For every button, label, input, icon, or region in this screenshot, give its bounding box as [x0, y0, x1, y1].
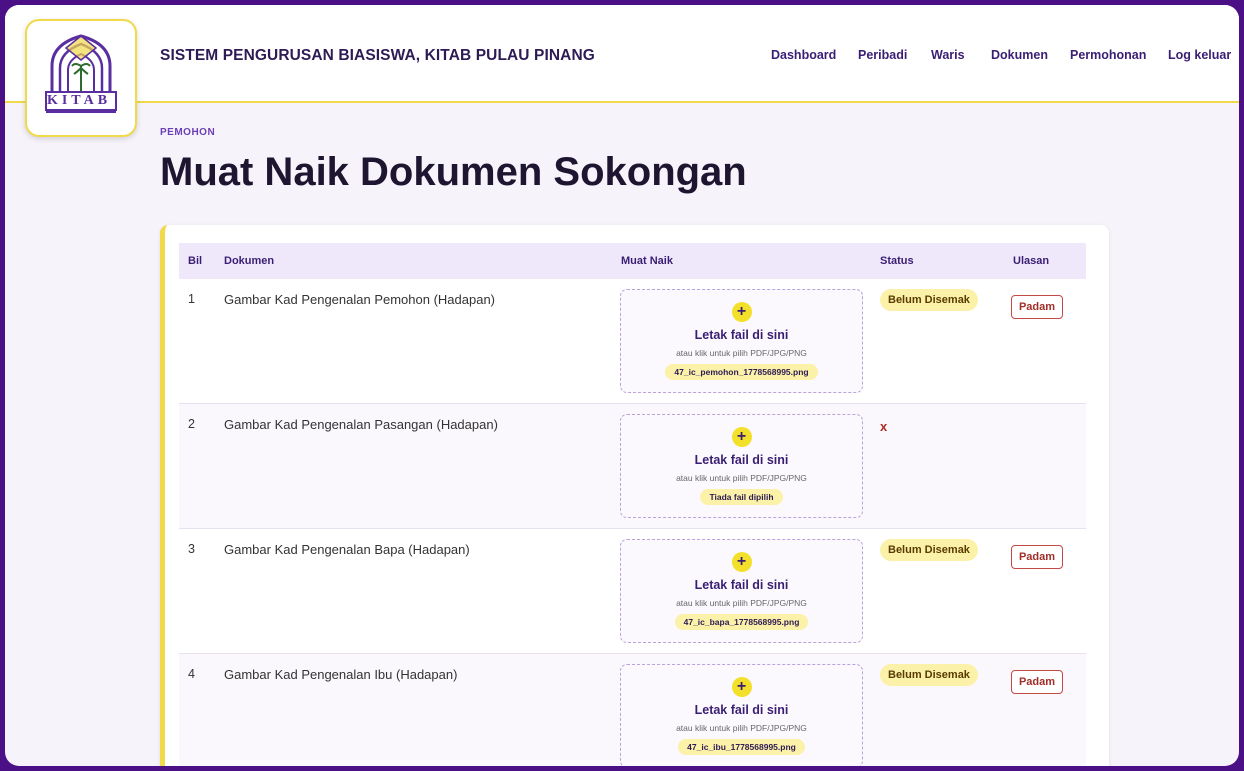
document-name: Gambar Kad Pengenalan Bapa (Hadapan) [224, 542, 470, 557]
file-dropzone[interactable]: + Letak fail di sini atau klik untuk pil… [620, 664, 863, 766]
dropzone-title: Letak fail di sini [694, 453, 789, 467]
table-row: 2 Gambar Kad Pengenalan Pasangan (Hadapa… [179, 404, 1086, 529]
plus-icon: + [731, 302, 752, 322]
dropzone-hint: atau klik untuk pilih PDF/JPG/PNG [676, 598, 807, 608]
header-status: Status [880, 255, 914, 267]
table-header: Bil Dokumen Muat Naik Status Ulasan [179, 243, 1086, 279]
status-badge: Belum Disemak [880, 664, 978, 686]
row-number: 2 [188, 417, 195, 431]
nav-dokumen[interactable]: Dokumen [991, 48, 1048, 62]
documents-card: Bil Dokumen Muat Naik Status Ulasan 1 Ga… [160, 225, 1109, 766]
header-bil: Bil [188, 255, 203, 267]
header-dokumen: Dokumen [224, 255, 275, 267]
dropzone-title: Letak fail di sini [694, 578, 789, 592]
file-dropzone[interactable]: + Letak fail di sini atau klik untuk pil… [620, 414, 863, 518]
kitab-logo[interactable]: KITAB [25, 19, 137, 137]
header-ulasan: Ulasan [1013, 255, 1050, 267]
dropzone-hint: atau klik untuk pilih PDF/JPG/PNG [676, 473, 807, 483]
delete-button[interactable]: Padam [1011, 295, 1063, 319]
file-name-badge: Tiada fail dipilih [700, 489, 783, 505]
status-badge: Belum Disemak [880, 289, 978, 311]
dropzone-hint: atau klik untuk pilih PDF/JPG/PNG [676, 348, 807, 358]
plus-icon: + [731, 552, 752, 572]
document-name: Gambar Kad Pengenalan Pemohon (Hadapan) [224, 292, 496, 307]
status-badge: Belum Disemak [880, 539, 978, 561]
file-dropzone[interactable]: + Letak fail di sini atau klik untuk pil… [620, 289, 863, 393]
status-missing-icon: x [880, 419, 888, 434]
nav-peribadi[interactable]: Peribadi [858, 48, 907, 62]
row-number: 1 [188, 292, 195, 306]
nav-permohonan[interactable]: Permohonan [1070, 48, 1146, 62]
kitab-emblem-icon [45, 34, 117, 113]
delete-button[interactable]: Padam [1011, 545, 1063, 569]
logo-text: KITAB [46, 93, 112, 108]
nav-log-keluar[interactable]: Log keluar [1168, 48, 1231, 62]
app-window: SISTEM PENGURUSAN BIASISWA, KITAB PULAU … [5, 5, 1239, 766]
file-name-badge: 47_ic_ibu_1778568995.png [678, 739, 805, 755]
file-name-badge: 47_ic_bapa_1778568995.png [674, 614, 809, 630]
dropzone-title: Letak fail di sini [694, 328, 789, 342]
section-kicker: PEMOHON [160, 127, 216, 138]
row-number: 4 [188, 667, 195, 681]
plus-icon: + [731, 427, 752, 447]
top-navbar: SISTEM PENGURUSAN BIASISWA, KITAB PULAU … [5, 5, 1239, 103]
document-name: Gambar Kad Pengenalan Pasangan (Hadapan) [224, 417, 498, 432]
header-muat-naik: Muat Naik [621, 255, 673, 267]
page-title: Muat Naik Dokumen Sokongan [160, 150, 747, 194]
main-nav: Dashboard Peribadi Waris Dokumen Permoho… [5, 48, 1239, 68]
file-dropzone[interactable]: + Letak fail di sini atau klik untuk pil… [620, 539, 863, 643]
row-number: 3 [188, 542, 195, 556]
dropzone-title: Letak fail di sini [694, 703, 789, 717]
document-name: Gambar Kad Pengenalan Ibu (Hadapan) [224, 667, 458, 682]
delete-button[interactable]: Padam [1011, 670, 1063, 694]
table-row: 1 Gambar Kad Pengenalan Pemohon (Hadapan… [179, 279, 1086, 404]
dropzone-hint: atau klik untuk pilih PDF/JPG/PNG [676, 723, 807, 733]
table-row: 3 Gambar Kad Pengenalan Bapa (Hadapan) +… [179, 529, 1086, 654]
plus-icon: + [731, 677, 752, 697]
nav-waris[interactable]: Waris [931, 48, 965, 62]
table-row: 4 Gambar Kad Pengenalan Ibu (Hadapan) + … [179, 654, 1086, 766]
nav-dashboard[interactable]: Dashboard [771, 48, 836, 62]
file-name-badge: 47_ic_pemohon_1778568995.png [665, 364, 818, 380]
